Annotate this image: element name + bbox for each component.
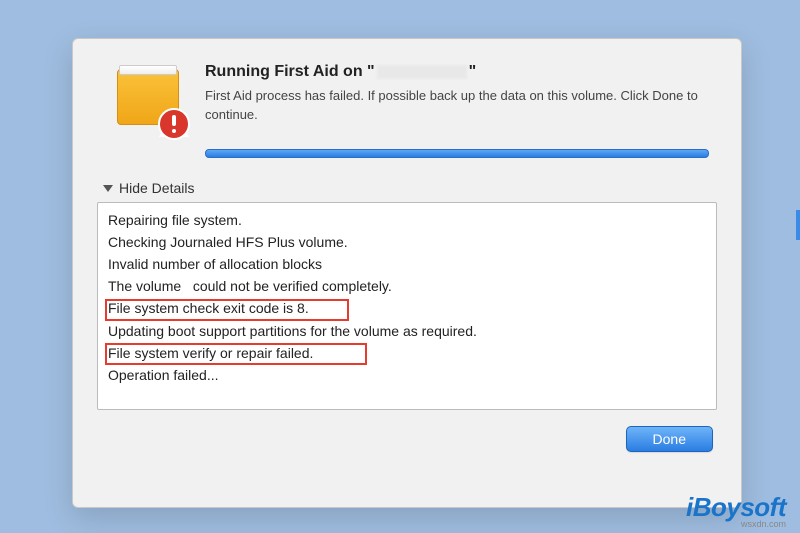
progress-bar xyxy=(205,149,709,158)
log-line: Operation failed... xyxy=(108,364,706,386)
dialog-subtitle: First Aid process has failed. If possibl… xyxy=(205,87,717,125)
disclosure-triangle-icon xyxy=(103,185,113,192)
log-output[interactable]: Repairing file system. Checking Journale… xyxy=(97,202,717,410)
first-aid-dialog: Running First Aid on " " First Aid proces… xyxy=(72,38,742,508)
edge-accent xyxy=(796,210,800,240)
log-line: Invalid number of allocation blocks xyxy=(108,253,706,275)
dialog-button-row: Done xyxy=(97,426,717,452)
hide-details-toggle[interactable]: Hide Details xyxy=(103,180,717,196)
alert-icon xyxy=(157,107,191,141)
dialog-header: Running First Aid on " " First Aid proces… xyxy=(97,61,717,135)
log-line: The volume could not be verified complet… xyxy=(108,275,706,297)
watermark-brand: iBoysoft xyxy=(686,492,786,522)
log-line: Updating boot support partitions for the… xyxy=(108,320,706,342)
dialog-header-text: Running First Aid on " " First Aid proces… xyxy=(205,61,717,125)
disk-icon xyxy=(115,65,185,135)
log-line: File system check exit code is 8. xyxy=(108,297,706,319)
done-button[interactable]: Done xyxy=(626,426,713,452)
log-line: File system verify or repair failed. xyxy=(108,342,706,364)
redacted-volume-name xyxy=(377,65,467,79)
dialog-title: Running First Aid on " " xyxy=(205,63,717,81)
log-line: Checking Journaled HFS Plus volume. xyxy=(108,231,706,253)
title-suffix: " xyxy=(469,63,477,80)
title-prefix: Running First Aid on " xyxy=(205,63,375,80)
details-toggle-label: Hide Details xyxy=(119,180,194,196)
watermark: iBoysoft wsxdn.com xyxy=(686,492,786,529)
log-line: Repairing file system. xyxy=(108,209,706,231)
